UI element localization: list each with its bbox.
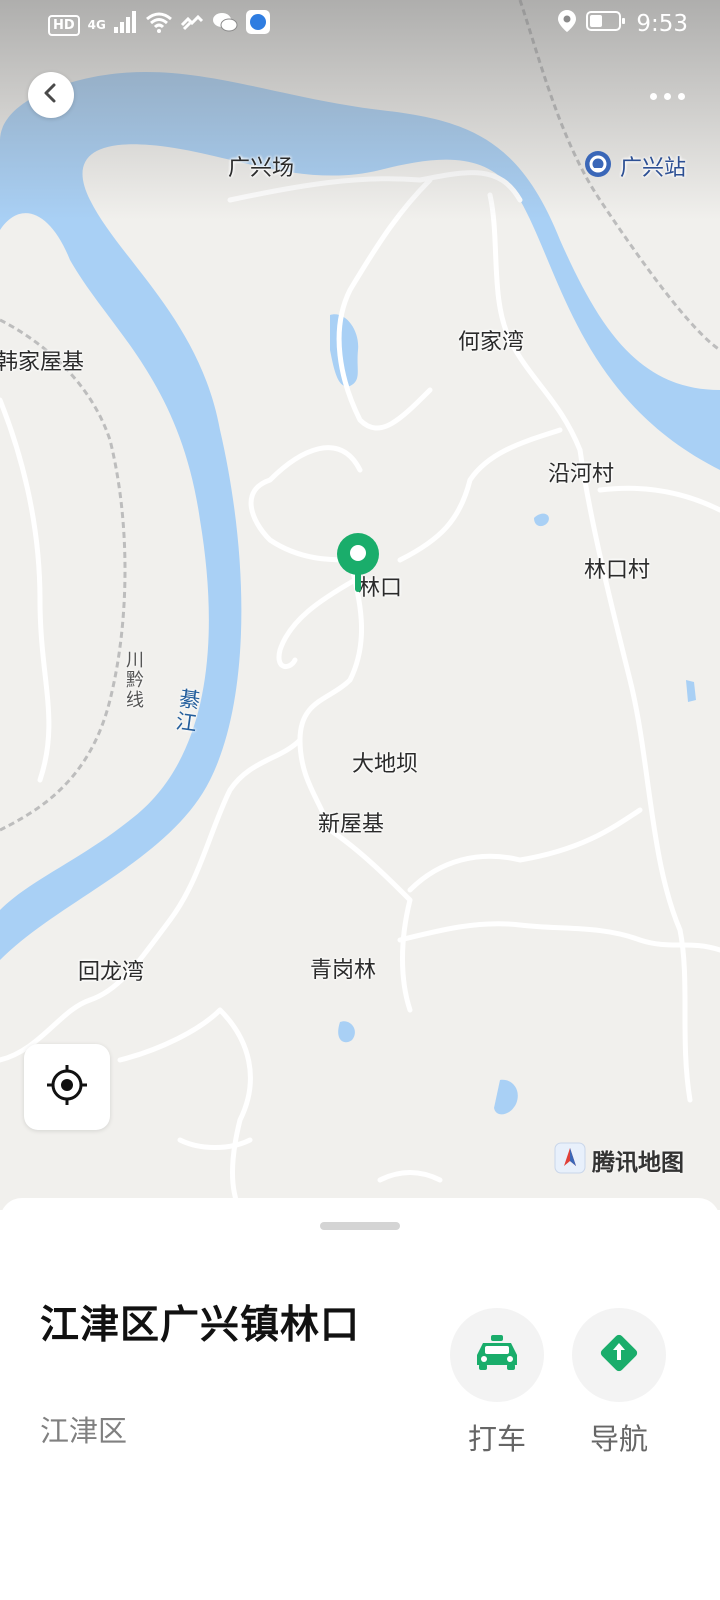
more-dot — [663, 92, 671, 100]
taxi-icon — [473, 1333, 521, 1377]
location-pin-icon — [336, 532, 380, 600]
back-button[interactable] — [28, 72, 74, 118]
map-label: 韩家屋基 — [0, 350, 85, 375]
more-dot — [649, 92, 657, 100]
map-label-station: 广兴站 — [620, 156, 687, 181]
clock: 9:53 — [636, 11, 688, 37]
more-options-button[interactable] — [642, 84, 692, 108]
wechat-icon — [212, 11, 238, 39]
hd-badge: HD — [48, 14, 80, 36]
map-label: 广兴场 — [228, 156, 295, 181]
map-label: 大地坝 — [352, 752, 419, 777]
map-label: 回龙湾 — [78, 960, 145, 985]
map-label: 何家湾 — [458, 330, 525, 355]
app-notification-icon — [245, 10, 270, 40]
railway-label: 川黔线 — [123, 650, 144, 710]
place-subtitle: 江津区 — [40, 1414, 128, 1448]
map-label: 林口村 — [584, 558, 651, 583]
wifi-icon — [145, 11, 172, 39]
taxi-button[interactable]: 打车 — [450, 1308, 544, 1458]
locate-me-button[interactable] — [24, 1044, 110, 1130]
map-view[interactable]: 广兴场 广兴站 何家湾 韩家屋基 沿河村 林口 林口村 川黔线 綦江 大地坝 新… — [0, 0, 720, 1210]
taxi-button-circle — [450, 1308, 544, 1402]
location-status-icon — [558, 10, 577, 38]
map-label: 新屋基 — [318, 812, 385, 837]
place-bottom-sheet: 江津区广兴镇林口 江津区 打车 导航 — [0, 1198, 720, 1600]
river-label: 綦江 — [171, 686, 203, 736]
battery-icon — [586, 10, 626, 38]
place-title: 江津区广兴镇林口 — [40, 1303, 361, 1348]
navigate-button-circle — [572, 1308, 666, 1402]
map-base — [0, 0, 720, 1210]
navigate-label: 导航 — [589, 1422, 648, 1456]
navigate-button[interactable]: 导航 — [572, 1308, 666, 1458]
more-dot — [677, 92, 685, 100]
drag-handle[interactable] — [320, 1222, 400, 1230]
crosshair-icon — [45, 1063, 89, 1111]
map-label: 沿河村 — [548, 462, 615, 487]
navigation-diamond-icon — [596, 1330, 642, 1380]
tencent-maps-logo-icon — [554, 1142, 586, 1178]
network-type: 4G — [87, 18, 106, 32]
map-label: 青岗林 — [310, 958, 377, 983]
railway-station-icon — [584, 150, 612, 178]
map-attribution: 腾讯地图 — [554, 1142, 684, 1178]
status-bar: HD 4G 9:53 — [0, 0, 720, 48]
chevron-left-icon — [41, 82, 61, 108]
attribution-text: 腾讯地图 — [592, 1150, 684, 1176]
signal-icon — [113, 11, 138, 39]
link-icon — [180, 11, 204, 39]
taxi-label: 打车 — [467, 1422, 526, 1456]
